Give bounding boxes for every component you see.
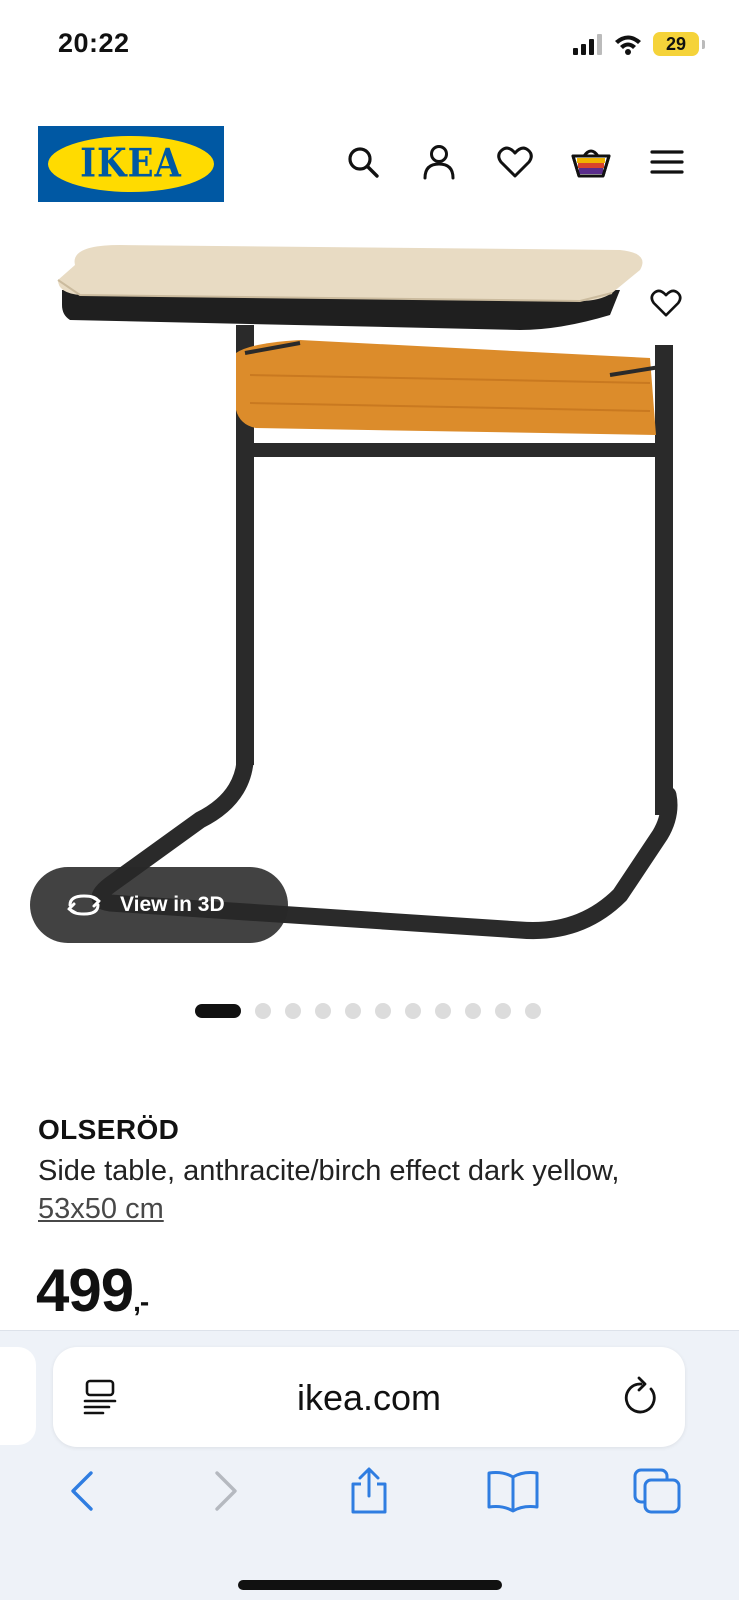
browser-toolbar	[0, 1461, 739, 1521]
logo-oval: IKEA	[48, 136, 214, 192]
status-bar: 20:22 29	[0, 0, 739, 92]
carousel-dot[interactable]	[285, 1003, 301, 1019]
product-description-text: Side table, anthracite/birch effect dark…	[38, 1155, 620, 1187]
chevron-right-icon	[214, 1471, 237, 1511]
product-name: OLSERÖD	[38, 1114, 180, 1145]
hamburger-menu-icon[interactable]	[647, 142, 687, 182]
home-indicator	[238, 1580, 502, 1590]
view-in-3d-button[interactable]: View in 3D	[30, 867, 288, 943]
book-icon	[487, 1471, 539, 1513]
ikea-logo[interactable]: IKEA	[38, 126, 224, 202]
frame-front-post	[655, 345, 673, 815]
share-button[interactable]	[339, 1461, 399, 1521]
battery-indicator: 29	[653, 32, 699, 56]
url-text[interactable]: ikea.com	[53, 1377, 685, 1419]
rotate-3d-icon	[67, 894, 101, 916]
share-icon	[351, 1467, 387, 1514]
carousel-dot[interactable]	[465, 1003, 481, 1019]
logo-text: IKEA	[80, 141, 182, 187]
chevron-left-icon	[71, 1471, 93, 1511]
carousel-dot[interactable]	[405, 1003, 421, 1019]
status-icons: 29	[573, 32, 705, 56]
address-bar[interactable]: ikea.com	[53, 1347, 685, 1447]
carousel-dot[interactable]	[375, 1003, 391, 1019]
add-to-wishlist-button[interactable]	[641, 278, 691, 328]
status-time: 20:22	[58, 28, 130, 58]
tabs-button[interactable]	[627, 1461, 687, 1521]
product-description: Side table, anthracite/birch effect dark…	[38, 1152, 718, 1228]
heart-icon	[650, 289, 682, 317]
carousel-dot[interactable]	[255, 1003, 271, 1019]
price-suffix: ,-	[133, 1286, 149, 1317]
tabletop	[58, 245, 643, 301]
battery-tip	[702, 39, 705, 49]
bookmarks-button[interactable]	[483, 1461, 543, 1521]
header-icons	[343, 142, 687, 182]
image-carousel-dots[interactable]	[195, 1003, 541, 1019]
search-icon[interactable]	[343, 142, 383, 182]
user-icon[interactable]	[419, 142, 459, 182]
forward-button[interactable]	[196, 1461, 256, 1521]
price-value: 499	[36, 1257, 134, 1324]
product-price: 499,-	[36, 1256, 149, 1325]
carousel-dot[interactable]	[435, 1003, 451, 1019]
previous-tab-preview[interactable]	[0, 1347, 36, 1445]
tabs-icon	[633, 1468, 681, 1514]
frame-crossbar	[240, 443, 660, 457]
fabric-pocket	[236, 340, 656, 435]
carousel-dot[interactable]	[495, 1003, 511, 1019]
carousel-dot[interactable]	[525, 1003, 541, 1019]
carousel-dot[interactable]	[345, 1003, 361, 1019]
product-size-link[interactable]: 53x50 cm	[38, 1193, 164, 1225]
product-image[interactable]	[0, 235, 739, 955]
back-button[interactable]	[52, 1461, 112, 1521]
wifi-icon	[615, 35, 641, 55]
site-header: IKEA	[0, 120, 739, 210]
basket-icon[interactable]	[571, 142, 611, 182]
view-in-3d-label: View in 3D	[120, 893, 225, 916]
signal-icon	[573, 34, 602, 55]
carousel-dot[interactable]	[195, 1004, 241, 1018]
browser-bottom-bar: ikea.com	[0, 1330, 739, 1600]
carousel-dot[interactable]	[315, 1003, 331, 1019]
reload-icon[interactable]	[621, 1375, 661, 1424]
heart-icon[interactable]	[495, 142, 535, 182]
